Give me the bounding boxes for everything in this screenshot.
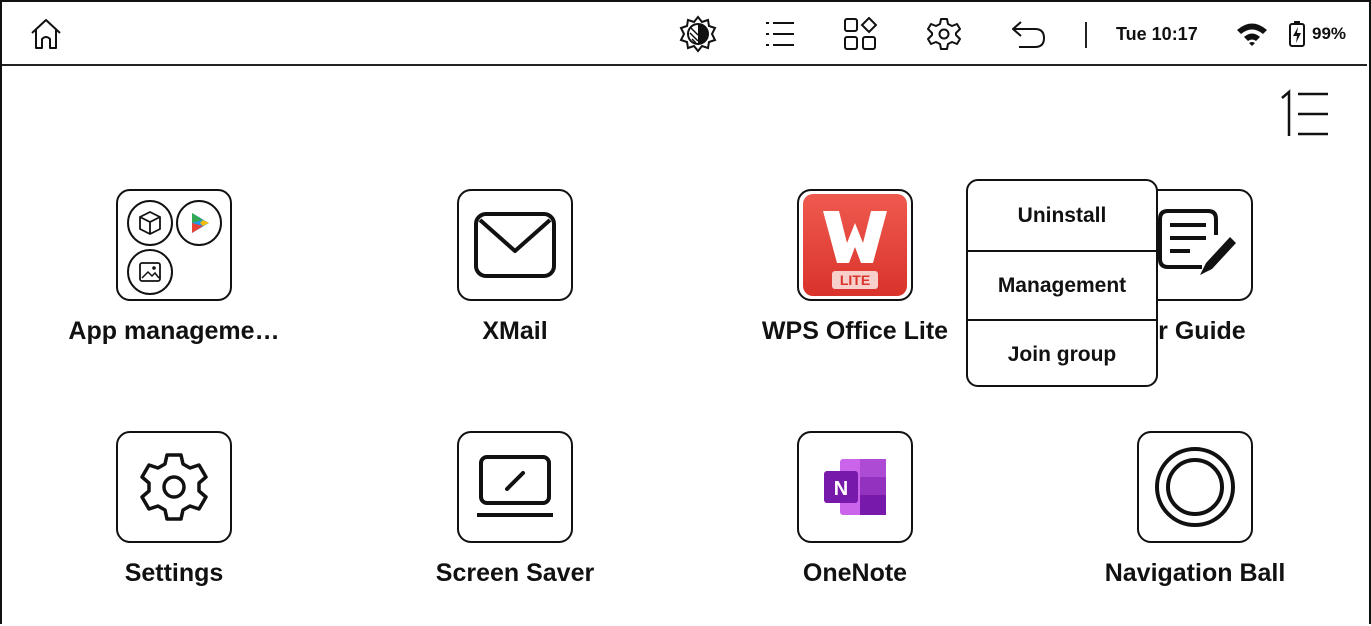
back-icon[interactable] bbox=[1006, 2, 1050, 66]
menu-item-management[interactable]: Management bbox=[968, 250, 1156, 319]
onenote-letter: N bbox=[834, 478, 848, 500]
app-management-icon[interactable] bbox=[116, 189, 232, 301]
settings-icon[interactable] bbox=[922, 2, 966, 66]
settings-app-icon[interactable] bbox=[116, 431, 232, 543]
onenote-icon[interactable]: N bbox=[797, 431, 913, 543]
wps-lite-badge: LITE bbox=[840, 272, 870, 288]
menu-item-uninstall[interactable]: Uninstall bbox=[968, 181, 1156, 250]
clock: Tue 10:17 bbox=[1116, 23, 1198, 44]
app-navigation-ball[interactable]: Navigation Ball bbox=[1045, 431, 1345, 588]
status-bar: Tue 10:17 99% bbox=[2, 2, 1367, 66]
home-icon[interactable] bbox=[24, 2, 68, 66]
app-label: Screen Saver bbox=[435, 559, 595, 587]
app-xmail[interactable]: XMail bbox=[365, 189, 665, 346]
mail-icon[interactable] bbox=[457, 189, 573, 301]
app-label: App manageme… bbox=[68, 317, 280, 345]
screen-saver-icon[interactable] bbox=[457, 431, 573, 543]
battery-percent: 99% bbox=[1312, 24, 1347, 43]
sort-menu-icon[interactable] bbox=[1276, 88, 1332, 140]
context-menu: Uninstall Management Join group bbox=[966, 179, 1158, 387]
status-divider bbox=[1085, 22, 1087, 48]
app-onenote[interactable]: N OneNote bbox=[705, 431, 1005, 588]
wps-office-icon[interactable]: LITE bbox=[797, 189, 913, 301]
app-label: OneNote bbox=[802, 559, 908, 587]
navigation-ball-icon[interactable] bbox=[1137, 431, 1253, 543]
apps-icon[interactable] bbox=[838, 2, 882, 66]
contrast-icon[interactable] bbox=[676, 2, 720, 66]
app-app-management[interactable]: App manageme… bbox=[24, 189, 324, 346]
app-label: Navigation Ball bbox=[1104, 559, 1286, 587]
app-settings[interactable]: Settings bbox=[24, 431, 324, 588]
app-label: Settings bbox=[124, 559, 224, 587]
menu-item-join-group[interactable]: Join group bbox=[968, 319, 1156, 385]
app-wps-office-lite[interactable]: LITE WPS Office Lite bbox=[705, 189, 1005, 346]
wifi-icon[interactable] bbox=[1232, 2, 1272, 66]
app-label: XMail bbox=[482, 317, 548, 345]
battery-icon bbox=[1284, 2, 1310, 66]
app-label: WPS Office Lite bbox=[761, 317, 949, 345]
app-screen-saver[interactable]: Screen Saver bbox=[365, 431, 665, 588]
list-icon[interactable] bbox=[758, 2, 802, 66]
